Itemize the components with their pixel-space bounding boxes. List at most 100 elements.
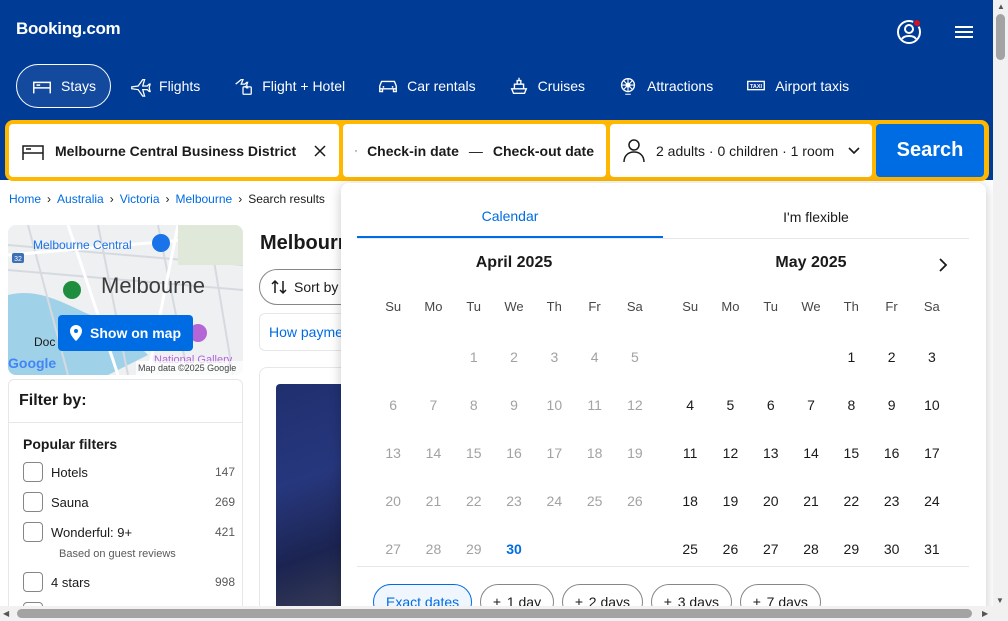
weekday-label: We bbox=[504, 299, 524, 314]
booking-logo[interactable]: Booking.com bbox=[16, 19, 121, 39]
nav-cruises[interactable]: Cruises bbox=[494, 64, 599, 108]
horizontal-scrollbar[interactable]: ◀ ▶ ▼ bbox=[0, 596, 1008, 621]
scroll-left-icon[interactable]: ◀ bbox=[3, 609, 9, 618]
calendar-day[interactable]: 14 bbox=[791, 429, 831, 477]
calendar-day[interactable]: 1 bbox=[831, 333, 871, 381]
calendar-empty-cell bbox=[413, 333, 453, 381]
filter-item-hotels[interactable]: Hotels 147 bbox=[23, 462, 235, 482]
nav-flight-hotel[interactable]: Flight + Hotel bbox=[218, 64, 359, 108]
filter-item-4-stars[interactable]: 4 stars 998 bbox=[23, 572, 235, 592]
nav-stays[interactable]: Stays bbox=[16, 64, 112, 108]
calendar-day[interactable]: 10 bbox=[912, 381, 952, 429]
account-icon[interactable] bbox=[895, 18, 923, 46]
breadcrumb-melbourne[interactable]: Melbourne bbox=[176, 192, 233, 206]
calendar-day[interactable]: 16 bbox=[871, 429, 911, 477]
dates-field[interactable]: Check-in date — Check-out date bbox=[343, 124, 606, 177]
nav-attractions-label: Attractions bbox=[647, 78, 714, 94]
breadcrumb-home[interactable]: Home bbox=[9, 192, 41, 206]
weekday-label: Sa bbox=[923, 299, 940, 314]
nav-attractions[interactable]: Attractions bbox=[603, 64, 727, 108]
weekday-label: Tu bbox=[466, 299, 482, 314]
map-graphic: 32 Melbourne Central Melbourne Doc Natio… bbox=[8, 225, 243, 375]
breadcrumb-victoria[interactable]: Victoria bbox=[120, 192, 160, 206]
taxi-icon: TAXI bbox=[747, 80, 766, 91]
calendar-icon bbox=[355, 149, 357, 152]
calendar-day[interactable]: 12 bbox=[710, 429, 750, 477]
calendar-day[interactable]: 24 bbox=[912, 477, 952, 525]
destination-field[interactable]: Melbourne Central Business District bbox=[9, 124, 339, 177]
map-label-docklands: Doc bbox=[34, 335, 55, 349]
calendar-day[interactable]: 6 bbox=[751, 381, 791, 429]
calendar-day[interactable]: 11 bbox=[670, 429, 710, 477]
calendar-day: 21 bbox=[425, 493, 442, 509]
breadcrumb-australia[interactable]: Australia bbox=[57, 192, 104, 206]
scrollbar-thumb[interactable] bbox=[17, 609, 972, 618]
calendar-day[interactable]: 15 bbox=[831, 429, 871, 477]
calendar-day: 16 bbox=[506, 445, 522, 461]
weekday-header: Su Mo Tu We Th Fr Sa bbox=[670, 299, 952, 314]
tab-calendar[interactable]: Calendar bbox=[357, 195, 663, 238]
next-month-button[interactable] bbox=[933, 255, 953, 275]
nav-cruises-label: Cruises bbox=[537, 78, 586, 94]
calendar-day: 9 bbox=[510, 397, 518, 413]
vertical-scrollbar[interactable]: ▲ bbox=[993, 0, 1008, 606]
month-april: April 2025 Su Mo Tu We Th Fr Sa 12345678… bbox=[373, 253, 655, 557]
map-preview[interactable]: 32 Melbourne Central Melbourne Doc Natio… bbox=[8, 225, 243, 375]
calendar-day[interactable]: 9 bbox=[871, 381, 911, 429]
chevron-down-icon bbox=[848, 146, 860, 154]
calendar-day: 17 bbox=[546, 445, 563, 461]
calendar-day[interactable]: 17 bbox=[912, 429, 952, 477]
filter-count: 998 bbox=[214, 575, 235, 589]
clear-icon[interactable] bbox=[313, 144, 327, 158]
filter-label: 4 stars bbox=[51, 574, 91, 590]
nav-car-rentals[interactable]: Car rentals bbox=[363, 64, 489, 108]
scroll-up-icon[interactable]: ▲ bbox=[997, 2, 1005, 11]
calendar-day: 26 bbox=[627, 493, 643, 509]
calendar-day[interactable]: 4 bbox=[670, 381, 710, 429]
date-picker-tabs: Calendar I'm flexible bbox=[357, 195, 969, 239]
filter-item-sauna[interactable]: Sauna 269 bbox=[23, 492, 235, 512]
calendar-day[interactable]: 8 bbox=[831, 381, 871, 429]
menu-icon[interactable] bbox=[951, 18, 979, 46]
weekday-header: Su Mo Tu We Th Fr Sa bbox=[373, 299, 655, 314]
calendar-day[interactable]: 13 bbox=[751, 429, 791, 477]
filter-title: Filter by: bbox=[19, 392, 87, 409]
filter-item-wonderful[interactable]: Wonderful: 9+ 421 bbox=[23, 522, 235, 542]
filter-label: Wonderful: 9+ bbox=[51, 524, 133, 540]
calendar-day[interactable]: 2 bbox=[871, 333, 911, 381]
checkbox[interactable] bbox=[23, 572, 43, 592]
checkbox[interactable] bbox=[23, 492, 43, 512]
sort-label: Sort by bbox=[294, 279, 339, 295]
nav-airport-taxis[interactable]: TAXI Airport taxis bbox=[731, 64, 863, 108]
calendar-day[interactable]: 21 bbox=[791, 477, 831, 525]
map-label-city: Melbourne bbox=[101, 273, 205, 298]
calendar-day: 20 bbox=[385, 493, 401, 509]
date-dash: — bbox=[468, 142, 483, 159]
calendar-day[interactable]: 18 bbox=[670, 477, 710, 525]
filter-note: Based on guest reviews bbox=[59, 548, 176, 560]
weekday-label: Mo bbox=[424, 299, 443, 314]
weekday-label: Fr bbox=[885, 299, 898, 314]
scroll-right-icon[interactable]: ▶ bbox=[982, 609, 988, 618]
calendar-day[interactable]: 3 bbox=[912, 333, 952, 381]
scroll-down-icon[interactable]: ▼ bbox=[996, 596, 1004, 605]
calendar-day[interactable]: 20 bbox=[751, 477, 791, 525]
search-button[interactable]: Search bbox=[876, 124, 984, 177]
guests-field[interactable]: 2 adults · 0 children · 1 room bbox=[610, 124, 872, 177]
checkbox[interactable] bbox=[23, 462, 43, 482]
date-picker-popup: Calendar I'm flexible April 2025 Su Mo T… bbox=[341, 183, 986, 621]
calendar-day[interactable]: 7 bbox=[791, 381, 831, 429]
nav-flights[interactable]: Flights bbox=[115, 64, 214, 108]
scrollbar-thumb[interactable] bbox=[996, 14, 1005, 60]
checkbox[interactable] bbox=[23, 522, 43, 542]
calendar-day[interactable]: 23 bbox=[871, 477, 911, 525]
calendar-day: 23 bbox=[506, 493, 522, 509]
show-on-map-button[interactable]: Show on map bbox=[58, 315, 193, 351]
calendar-day[interactable]: 19 bbox=[710, 477, 750, 525]
calendar-day: 22 bbox=[465, 493, 482, 509]
weekday-label: Tu bbox=[763, 299, 779, 314]
calendar-day[interactable]: 5 bbox=[710, 381, 750, 429]
person-icon bbox=[623, 138, 645, 162]
tab-flexible[interactable]: I'm flexible bbox=[663, 195, 969, 238]
calendar-day[interactable]: 22 bbox=[831, 477, 871, 525]
